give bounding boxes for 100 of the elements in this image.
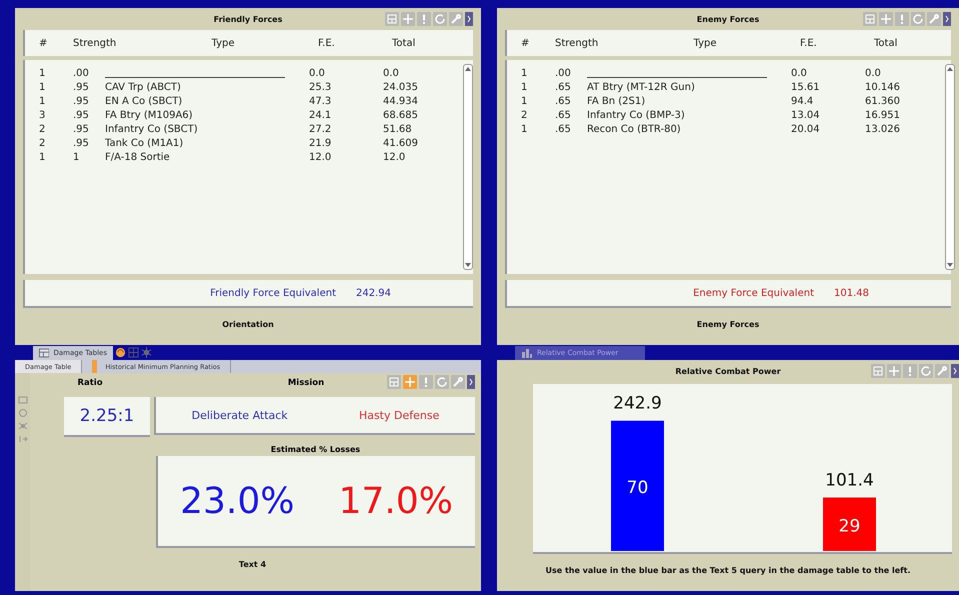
strength-cell-text: .00 — [73, 67, 90, 81]
fe-cell-text: 20.04 — [791, 123, 821, 137]
column-header: Type — [692, 38, 718, 48]
fe-cell-text: 0.0 — [791, 67, 808, 81]
fe-cell-text: 27.2 — [309, 123, 332, 137]
alert-icon[interactable] — [895, 12, 909, 26]
type-cell-text: F/A-18 Sortie — [105, 151, 171, 165]
fe-cell-text: 47.3 — [309, 95, 332, 109]
bar-value-label: 101.4 — [825, 470, 874, 491]
total-value: 101.48 — [834, 288, 869, 298]
total-cell-text: 13.026 — [865, 123, 901, 137]
exit-icon[interactable] — [18, 434, 28, 444]
move-icon[interactable] — [879, 12, 893, 26]
panel-caption: Text 4 — [238, 560, 268, 569]
total-cell-text: 44.934 — [383, 95, 419, 109]
type-cell-text: FA Bn (2S1) — [587, 95, 646, 109]
total-cell-text: 61.360 — [865, 95, 901, 109]
column-header: Type — [210, 38, 236, 48]
fe-cell-text: 94.4 — [791, 95, 814, 109]
chevron-icon[interactable] — [951, 364, 959, 378]
count-cell-text: 1 — [521, 67, 528, 81]
window-icon[interactable] — [18, 395, 28, 405]
scroll-up-icon[interactable] — [464, 65, 472, 73]
fe-cell-text: 0.0 — [309, 67, 326, 81]
fe-cell-text: 24.1 — [309, 109, 332, 123]
refresh-icon[interactable] — [433, 12, 447, 26]
type-cell-text: Tank Co (M1A1) — [105, 137, 184, 151]
layout-icon[interactable] — [387, 375, 401, 389]
type-cell-text: Infantry Co (BMP-3) — [587, 109, 686, 123]
panel-caption: Enemy Forces — [696, 320, 760, 329]
strength-cell-text: .65 — [555, 95, 572, 109]
column-header: Strength — [555, 38, 600, 48]
panel-caption: Use the value in the blue bar as the Text 5 query in the damage table to the left. — [544, 566, 912, 575]
bar-inner-label: 70 — [626, 478, 648, 498]
column-header: Total — [874, 38, 898, 48]
strength-cell-text: .65 — [555, 123, 572, 137]
spinner-icon[interactable] — [115, 347, 126, 358]
total-cell-text: 0.0 — [383, 67, 400, 81]
count-cell-text: 2 — [39, 137, 46, 151]
layout-icon[interactable] — [863, 12, 877, 26]
column-header: Total — [392, 38, 416, 48]
layout-icon[interactable] — [385, 12, 399, 26]
scroll-down-icon[interactable] — [946, 261, 954, 269]
total-cell-text: 24.035 — [383, 81, 419, 95]
total-cell-text: 10.146 — [865, 81, 901, 95]
count-cell-text: 2 — [521, 109, 528, 123]
fe-cell-text: 15.61 — [791, 81, 821, 95]
total-label: Friendly Force Equivalent — [210, 288, 336, 298]
refresh-icon[interactable] — [919, 364, 933, 378]
alert-icon[interactable] — [419, 375, 433, 389]
layout-icon[interactable] — [871, 364, 885, 378]
panel-title: Enemy Forces — [696, 14, 760, 24]
strength-cell-text: .95 — [73, 95, 90, 109]
strength-cell-text: .65 — [555, 109, 572, 123]
ratio-value: 2.25:1 — [80, 406, 134, 426]
chevron-icon[interactable] — [465, 12, 473, 26]
bug-icon[interactable] — [18, 421, 28, 431]
scrollbar[interactable] — [945, 64, 955, 270]
chevron-icon[interactable] — [943, 12, 951, 26]
mission-header: Mission — [286, 378, 326, 388]
scroll-up-icon[interactable] — [946, 65, 954, 73]
count-cell-text: 1 — [521, 95, 528, 109]
column-header: # — [39, 38, 48, 48]
scroll-down-icon[interactable] — [464, 261, 472, 269]
total-cell-text: 41.609 — [383, 137, 419, 151]
fe-cell-text: 21.9 — [309, 137, 332, 151]
count-cell-text: 2 — [39, 123, 46, 137]
strength-cell-text: .65 — [555, 81, 572, 95]
column-header: # — [521, 38, 530, 48]
fe-cell-text: 12.0 — [309, 151, 332, 165]
total-cell-text: 51.68 — [383, 123, 413, 137]
refresh-icon[interactable] — [911, 12, 925, 26]
bug-icon[interactable] — [141, 347, 152, 358]
move-icon[interactable] — [887, 364, 901, 378]
ratio-header: Ratio — [76, 378, 104, 388]
type-cell-text: Infantry Co (SBCT) — [105, 123, 199, 137]
move-icon[interactable] — [401, 12, 415, 26]
move-icon[interactable] — [403, 375, 417, 389]
alert-icon[interactable] — [903, 364, 917, 378]
column-header: F.E. — [800, 38, 818, 48]
scrollbar[interactable] — [463, 64, 473, 270]
strength-cell-text: .95 — [73, 109, 90, 123]
chevron-icon[interactable] — [467, 375, 475, 389]
count-cell-text: 1 — [39, 95, 46, 109]
count-cell-text: 1 — [521, 123, 528, 137]
panel-title: Relative Combat Power — [675, 366, 781, 376]
type-cell-text: AT Btry (MT-12R Gun) — [587, 81, 696, 95]
panel-title: Friendly Forces — [214, 14, 282, 24]
refresh-icon[interactable] — [435, 375, 449, 389]
bar-value-label: 242.9 — [613, 394, 662, 414]
panel-caption: Orientation — [221, 320, 275, 329]
alert-icon[interactable] — [417, 12, 431, 26]
type-cell-text: EN A Co (SBCT) — [105, 95, 184, 109]
total-cell-text: 68.685 — [383, 109, 419, 123]
losses-header: Estimated % Losses — [270, 445, 362, 454]
type-cell-text: CAV Trp (ABCT) — [105, 81, 182, 95]
grid-icon — [39, 348, 50, 358]
strength-cell-text: .95 — [73, 137, 90, 151]
count-cell-text: 1 — [521, 81, 528, 95]
total-cell-text: 16.951 — [865, 109, 901, 123]
